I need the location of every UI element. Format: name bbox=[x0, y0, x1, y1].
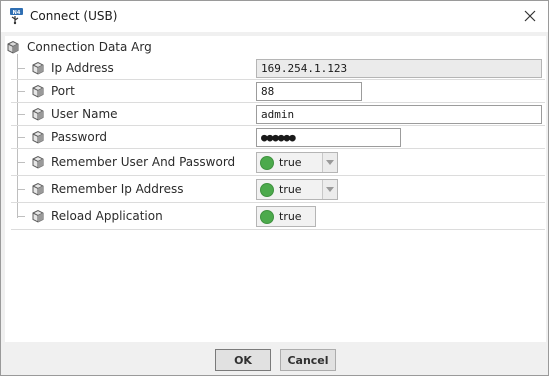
property-label: Remember User And Password bbox=[51, 155, 236, 169]
usb-connect-icon: N4 bbox=[9, 7, 25, 25]
property-label: User Name bbox=[51, 107, 118, 121]
component-icon bbox=[6, 40, 20, 54]
tree-branch bbox=[17, 91, 25, 92]
property-label: Ip Address bbox=[51, 61, 114, 75]
property-row-password: Password ●●●●●● bbox=[11, 126, 545, 149]
property-label: Port bbox=[51, 84, 75, 98]
tree-branch bbox=[17, 162, 25, 163]
remember-ip-select[interactable]: true bbox=[256, 179, 338, 200]
property-row-reload-app: Reload Application true bbox=[11, 203, 545, 230]
property-icon bbox=[31, 61, 45, 75]
dropdown-arrow-icon[interactable] bbox=[322, 180, 337, 199]
window-title: Connect (USB) bbox=[30, 9, 118, 23]
property-icon bbox=[31, 155, 45, 169]
property-icon bbox=[31, 182, 45, 196]
property-row-remember-ip: Remember Ip Address true bbox=[11, 176, 545, 203]
property-label: Remember Ip Address bbox=[51, 182, 184, 196]
property-label: Reload Application bbox=[51, 209, 163, 223]
toggle-value: true bbox=[279, 210, 302, 223]
cancel-button[interactable]: Cancel bbox=[280, 349, 336, 371]
select-value: true bbox=[279, 183, 302, 196]
property-icon bbox=[31, 107, 45, 121]
property-icon bbox=[31, 84, 45, 98]
status-true-icon bbox=[260, 156, 274, 170]
svg-text:N4: N4 bbox=[13, 10, 21, 16]
tree-branch bbox=[17, 216, 25, 217]
tree-branch bbox=[17, 114, 25, 115]
root-label: Connection Data Arg bbox=[27, 40, 152, 54]
ip-address-field[interactable]: 169.254.1.123 bbox=[256, 59, 542, 78]
remember-user-select[interactable]: true bbox=[256, 152, 338, 173]
property-sheet: Connection Data Arg Ip Address 169.254.1… bbox=[5, 36, 546, 342]
close-icon bbox=[524, 10, 536, 22]
ok-button[interactable]: OK bbox=[215, 349, 271, 371]
tree-branch bbox=[17, 189, 25, 190]
port-field[interactable]: 88 bbox=[256, 82, 362, 101]
select-value: true bbox=[279, 156, 302, 169]
property-row-port: Port 88 bbox=[11, 80, 545, 103]
property-icon bbox=[31, 130, 45, 144]
tree-root-row[interactable]: Connection Data Arg bbox=[5, 38, 546, 56]
dropdown-arrow-icon[interactable] bbox=[322, 153, 337, 172]
property-label: Password bbox=[51, 130, 108, 144]
property-row-ip-address: Ip Address 169.254.1.123 bbox=[11, 57, 545, 80]
tree-branch bbox=[17, 68, 25, 69]
tree-branch bbox=[17, 137, 25, 138]
connect-dialog: N4 Connect (USB) Connection Data Arg Ip … bbox=[0, 0, 549, 376]
status-true-icon bbox=[260, 183, 274, 197]
property-row-user-name: User Name admin bbox=[11, 103, 545, 126]
status-true-icon bbox=[260, 210, 274, 224]
close-button[interactable] bbox=[518, 5, 542, 27]
property-icon bbox=[31, 209, 45, 223]
title-bar[interactable]: N4 Connect (USB) bbox=[1, 1, 548, 32]
reload-app-toggle[interactable]: true bbox=[256, 206, 316, 227]
property-row-remember-user: Remember User And Password true bbox=[11, 149, 545, 176]
user-name-field[interactable]: admin bbox=[256, 105, 542, 124]
password-field[interactable]: ●●●●●● bbox=[256, 128, 401, 147]
